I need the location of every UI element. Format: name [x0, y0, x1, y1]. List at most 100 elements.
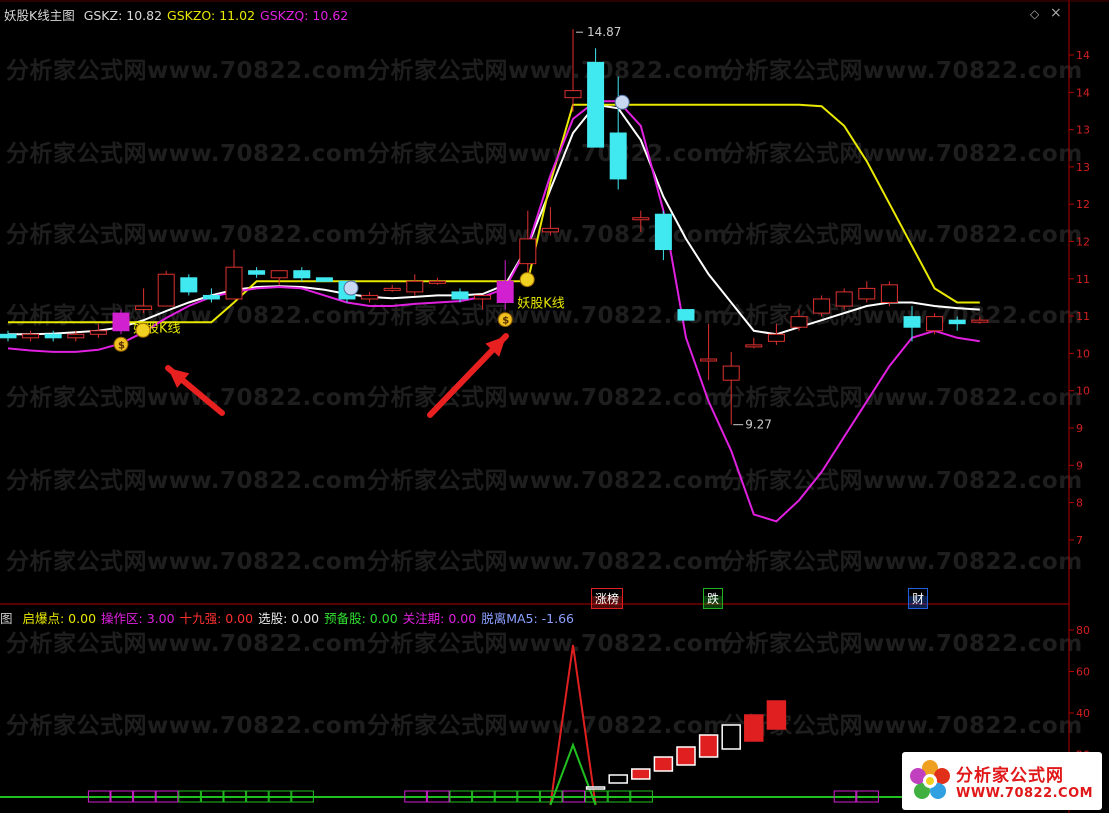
candle-body [157, 273, 175, 307]
candle-body [858, 287, 876, 300]
candle-body [383, 287, 401, 291]
close-icon[interactable]: × [1050, 5, 1062, 21]
candle-body [541, 227, 559, 233]
axis-tick-label: 14 [1076, 86, 1090, 99]
candle-body [880, 284, 898, 303]
logo-url: WWW.70822.COM [956, 786, 1094, 801]
candle-body [971, 319, 989, 323]
candle-body [496, 280, 514, 303]
indicator-item: 启爆点: 0.00 [22, 611, 97, 626]
low-label: 9.27 [745, 418, 772, 432]
main-chart-title: 妖股K线主图 [4, 8, 75, 23]
series-line-GSKZ [8, 103, 980, 336]
candle-body [44, 333, 62, 339]
candle-body [654, 213, 672, 251]
axis-tick-label: 40 [1076, 707, 1090, 720]
spike-line [549, 644, 597, 806]
sub-bar [631, 768, 651, 780]
candle-body [315, 277, 333, 282]
candle-body [22, 333, 40, 339]
indicator-item: GSKZ: 10.82 [83, 8, 163, 23]
sub-bar [608, 774, 628, 784]
axis-tick-label: 10 [1076, 347, 1090, 360]
indicator-item: 操作区: 3.00 [101, 611, 175, 626]
event-pill[interactable]: 跌 [703, 588, 724, 609]
axis-tick-label: 11 [1076, 310, 1090, 323]
candle-body [225, 266, 243, 300]
candle-body [406, 280, 424, 293]
indicator-item: GSKZO: 11.02 [167, 8, 256, 23]
series-line-GSKZQ [7, 100, 980, 523]
indicator-item: 关注期: 0.00 [402, 611, 477, 626]
sub-bar [653, 756, 674, 772]
candle-body [677, 309, 695, 321]
event-pill-label: 涨榜 [595, 592, 620, 606]
candle-body [903, 316, 921, 328]
sub-chart-prefix: 图 [0, 611, 13, 626]
candle-body [835, 291, 853, 307]
axis-tick-label: 12 [1076, 236, 1090, 249]
candle-body [428, 280, 446, 284]
candle-body [89, 330, 107, 335]
axis-tick-label: 60 [1076, 666, 1090, 679]
candle-body [926, 316, 944, 332]
indicator-item: 十九强: 0.00 [179, 611, 254, 626]
sub-bar [766, 700, 787, 730]
candle-body [700, 358, 718, 362]
candle-body [135, 305, 153, 311]
signal-label: 妖股K线 [517, 297, 565, 312]
candle-body [519, 238, 537, 265]
candle-body [745, 344, 763, 348]
candle-body [813, 298, 831, 314]
axis-tick-label: 80 [1076, 624, 1090, 637]
smiley-icon [135, 322, 151, 338]
candle-body [293, 270, 311, 279]
sub-bar [721, 724, 741, 750]
candle-body [361, 294, 379, 300]
axis-tick-label: 13 [1076, 161, 1090, 174]
candle-body [451, 291, 469, 300]
candle-body [270, 270, 288, 279]
candle-body [248, 270, 266, 275]
logo-name: 分析家公式网 [956, 766, 1064, 786]
diamond-icon[interactable]: ◇ [1030, 7, 1039, 21]
candle-body [632, 217, 650, 221]
axis-tick-label: 14 [1076, 49, 1090, 62]
candle-body [767, 333, 785, 342]
indicator-item: 预备股: 0.00 [324, 611, 398, 626]
indicator-item: 选股: 0.00 [258, 611, 320, 626]
axis-tick-label: 9 [1076, 459, 1083, 472]
main-chart: 1414131312121111101099878060402014.879.2… [0, 0, 1109, 813]
candle-body [790, 316, 808, 328]
candle-body [112, 312, 130, 332]
sub-bar [585, 786, 606, 790]
high-label: 14.87 [587, 25, 621, 39]
axis-tick-label: 11 [1076, 273, 1090, 286]
sub-bar [698, 734, 719, 758]
money-bag-sign: $ [502, 316, 509, 327]
event-pill-label: 跌 [707, 592, 720, 606]
sub-chart-header: 图 启爆点: 0.00 操作区: 3.00 十九强: 0.00 选股: 0.00 预备股… [0, 608, 584, 627]
sub-bar [744, 714, 764, 742]
smiley-icon [519, 272, 535, 288]
candle-body [0, 333, 17, 339]
axis-tick-label: 10 [1076, 385, 1090, 398]
sad-face-icon [343, 280, 359, 296]
indicator-values: GSKZ: 10.82 GSKZO: 11.02 GSKZQ: 10.62 [84, 8, 354, 23]
flower-logo-icon [910, 760, 950, 799]
sub-indicator-values: 启爆点: 0.00 操作区: 3.00 十九强: 0.00 选股: 0.00 预备股: … [23, 611, 580, 626]
event-pill[interactable]: 财 [908, 588, 929, 609]
axis-tick-label: 13 [1076, 124, 1090, 137]
candle-body [474, 294, 492, 300]
event-pill[interactable]: 涨榜 [591, 588, 624, 609]
candle-body [609, 132, 627, 180]
candle-body [948, 319, 966, 325]
indicator-item: GSKZQ: 10.62 [260, 8, 349, 23]
candle-body [202, 294, 220, 300]
main-chart-header: 妖股K线主图 GSKZ: 10.82 GSKZO: 11.02 GSKZQ: 10.… [4, 5, 358, 24]
site-logo: 分析家公式网 WWW.70822.COM [902, 752, 1102, 810]
axis-tick-label: 7 [1076, 534, 1083, 547]
sub-bar [676, 746, 696, 766]
candle-body [722, 365, 740, 381]
axis-tick-label: 8 [1076, 497, 1083, 510]
